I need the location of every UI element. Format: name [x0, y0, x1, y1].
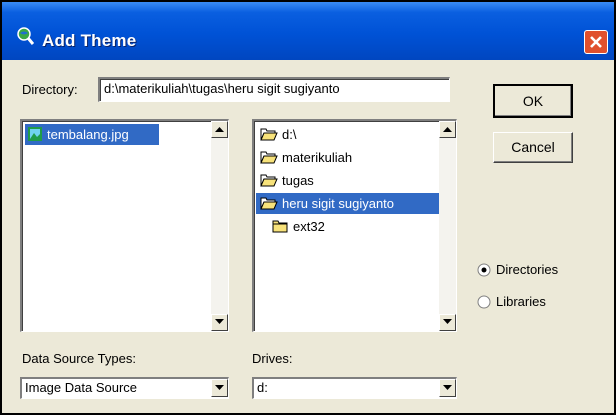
folder-item-d-root[interactable]: d:\: [258, 124, 438, 145]
arrow-down-icon: [443, 319, 452, 324]
cancel-button[interactable]: Cancel: [493, 132, 573, 163]
open-folder-icon: [260, 174, 278, 187]
scroll-up-button[interactable]: [211, 121, 228, 138]
open-folder-icon: [260, 128, 278, 141]
directory-field[interactable]: d:\materikuliah\tugas\heru sigit sugiyan…: [98, 77, 450, 102]
folder-label: tugas: [282, 173, 314, 188]
drives-label: Drives:: [252, 351, 293, 366]
arrow-up-icon: [443, 127, 452, 132]
radio-directories-label: Directories: [496, 262, 559, 277]
radio-libraries-label: Libraries: [496, 294, 546, 309]
ok-button-label: OK: [522, 93, 544, 109]
dropdown-button[interactable]: [439, 379, 456, 397]
chevron-down-icon: [443, 385, 452, 390]
globe-search-icon: [17, 27, 34, 45]
arrow-down-icon: [215, 319, 224, 324]
add-theme-dialog: Add Theme Directory: d:\materikuliah\tug…: [0, 0, 616, 415]
drives-select[interactable]: d:: [252, 377, 457, 399]
close-button[interactable]: [584, 30, 608, 54]
ok-button[interactable]: OK: [493, 84, 573, 118]
dialog-title: Add Theme: [42, 31, 137, 50]
closed-folder-icon: [272, 220, 288, 233]
scroll-up-button[interactable]: [439, 121, 456, 138]
radio-libraries[interactable]: Libraries: [477, 292, 587, 312]
folder-list-scrollbar[interactable]: [439, 121, 456, 331]
drives-value: d:: [257, 380, 268, 395]
directory-value: d:\materikuliah\tugas\heru sigit sugiyan…: [104, 81, 340, 96]
radio-selected-icon: [477, 263, 491, 277]
chevron-down-icon: [215, 385, 224, 390]
list-item-tembalang[interactable]: tembalang.jpg: [25, 124, 159, 145]
folder-label: heru sigit sugiyanto: [282, 196, 395, 211]
image-file-icon: [28, 127, 42, 141]
data-source-types-value: Image Data Source: [25, 380, 138, 395]
scroll-down-button[interactable]: [439, 314, 456, 331]
title-bar[interactable]: Add Theme: [2, 2, 614, 60]
scroll-down-button[interactable]: [211, 314, 228, 331]
folder-item-heru-sigit-sugiyanto[interactable]: heru sigit sugiyanto: [256, 193, 439, 214]
folder-item-materikuliah[interactable]: materikuliah: [258, 147, 438, 168]
folder-list[interactable]: d:\ materikuliah tugas heru sigit sugiya…: [252, 119, 457, 332]
file-list-scrollbar[interactable]: [211, 121, 228, 331]
dropdown-button[interactable]: [211, 379, 228, 397]
list-item-label: tembalang.jpg: [47, 127, 129, 142]
file-list[interactable]: tembalang.jpg: [20, 119, 229, 332]
folder-label: materikuliah: [282, 150, 353, 165]
open-folder-icon: [260, 151, 278, 164]
arrow-up-icon: [215, 127, 224, 132]
folder-label: d:\: [282, 127, 297, 142]
open-folder-icon: [260, 197, 278, 210]
data-source-types-select[interactable]: Image Data Source: [20, 377, 229, 399]
cancel-button-label: Cancel: [511, 139, 555, 155]
directory-label: Directory:: [22, 82, 78, 97]
close-icon: [590, 36, 602, 48]
folder-label: ext32: [293, 219, 325, 234]
radio-unselected-icon: [477, 295, 491, 309]
radio-directories[interactable]: Directories: [477, 260, 587, 280]
folder-item-tugas[interactable]: tugas: [258, 170, 438, 191]
data-source-types-label: Data Source Types:: [22, 351, 136, 366]
folder-item-ext32[interactable]: ext32: [270, 216, 438, 237]
